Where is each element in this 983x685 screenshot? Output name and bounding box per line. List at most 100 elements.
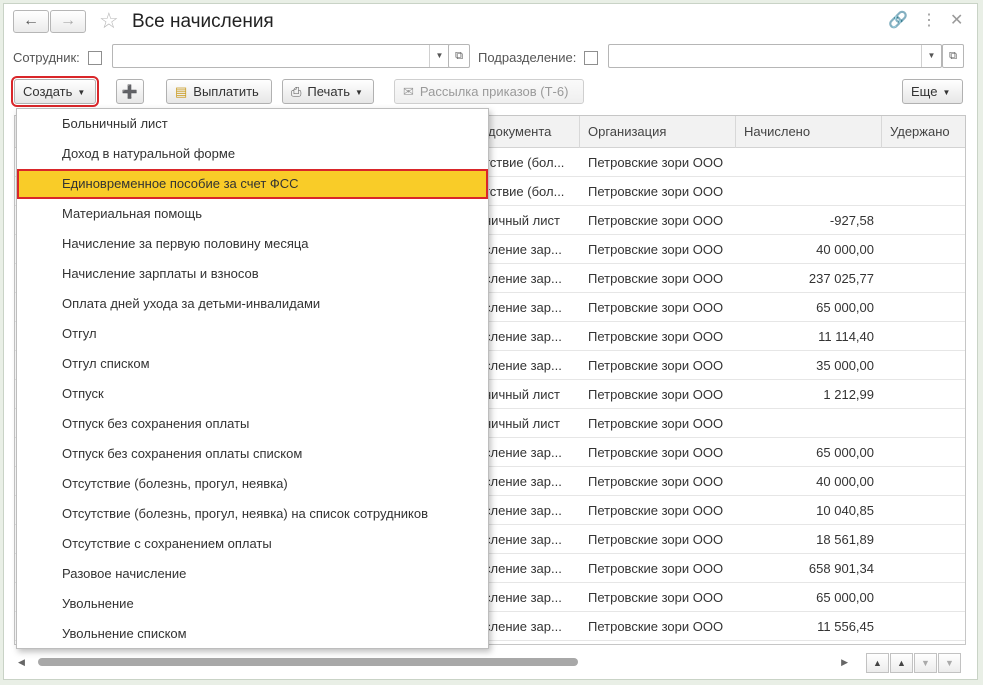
- organization-cell: Петровские зори ООО: [588, 561, 724, 576]
- document-cell: сление зар...: [484, 300, 562, 315]
- document-cell: сление зар...: [484, 590, 562, 605]
- accrued-cell: 11 556,45: [817, 619, 874, 634]
- menu-item[interactable]: Отсутствие с сохранением оплаты: [17, 529, 488, 559]
- favorite-star-icon[interactable]: ☆: [99, 9, 119, 33]
- organization-cell: Петровские зори ООО: [588, 271, 724, 286]
- document-cell: сление зар...: [484, 329, 562, 344]
- menu-item[interactable]: Начисление зарплаты и взносов: [17, 259, 488, 289]
- organization-cell: Петровские зори ООО: [588, 474, 724, 489]
- accrued-cell: 237 025,77: [808, 271, 874, 286]
- create-button[interactable]: Создать ▼: [11, 76, 99, 107]
- document-cell: сление зар...: [484, 358, 562, 373]
- menu-item[interactable]: Увольнение: [17, 589, 488, 619]
- organization-cell: Петровские зори ООО: [588, 213, 724, 228]
- scroll-left-icon[interactable]: ◀: [18, 657, 25, 668]
- arrow-down-icon: ▼: [921, 658, 930, 668]
- mailing-orders-button[interactable]: ✉ Рассылка приказов (Т-6): [394, 79, 584, 104]
- accrued-cell: 18 561,89: [816, 532, 874, 547]
- chevron-down-icon: ▼: [942, 88, 951, 98]
- menu-item[interactable]: Отсутствие (болезнь, прогул, неявка): [17, 469, 488, 499]
- menu-item[interactable]: Оплата дней ухода за детьми-инвалидами: [17, 289, 488, 319]
- accrued-cell: 11 114,40: [818, 329, 874, 344]
- more-vertical-icon[interactable]: ⋮: [921, 12, 937, 30]
- document-cell: тствие (бол...: [484, 184, 565, 199]
- page-up-button[interactable]: ▲: [890, 653, 913, 673]
- pay-button[interactable]: ▤ Выплатить: [166, 79, 272, 104]
- organization-cell: Петровские зори ООО: [588, 242, 724, 257]
- arrow-to-bottom-icon: ▼: [945, 658, 954, 668]
- menu-item[interactable]: Отпуск без сохранения оплаты списком: [17, 439, 488, 469]
- print-button[interactable]: ⎙ Печать ▼: [282, 79, 374, 104]
- document-cell: сление зар...: [484, 242, 562, 257]
- open-window-icon: ⧉: [949, 50, 957, 62]
- menu-item[interactable]: Материальная помощь: [17, 199, 488, 229]
- go-first-button[interactable]: ▲: [866, 653, 889, 673]
- employee-checkbox[interactable]: [88, 51, 102, 65]
- document-cell: сление зар...: [484, 271, 562, 286]
- document-cell: сление зар...: [484, 503, 562, 518]
- menu-item[interactable]: Отпуск: [17, 379, 488, 409]
- chevron-down-icon: ▼: [355, 88, 363, 98]
- column-header-withheld[interactable]: Удержано: [882, 116, 965, 148]
- accrued-cell: 35 000,00: [816, 358, 874, 373]
- accrued-cell: 65 000,00: [816, 300, 874, 315]
- employee-open-button[interactable]: ⧉: [448, 44, 470, 68]
- accrued-cell: -927,58: [829, 213, 874, 228]
- forward-button[interactable]: →: [50, 10, 86, 33]
- page-down-button[interactable]: ▼: [914, 653, 937, 673]
- menu-item[interactable]: Доход в натуральной форме: [17, 139, 488, 169]
- accrued-cell: [736, 409, 882, 438]
- department-field[interactable]: ▼: [608, 44, 942, 68]
- organization-cell: Петровские зори ООО: [588, 590, 724, 605]
- scroll-right-icon[interactable]: ▶: [841, 657, 848, 668]
- document-cell: сление зар...: [484, 532, 562, 547]
- menu-item[interactable]: Единовременное пособие за счет ФСС: [17, 169, 488, 199]
- department-label: Подразделение:: [478, 50, 577, 65]
- pay-button-label: Выплатить: [193, 84, 259, 99]
- close-icon[interactable]: ✕: [950, 12, 963, 30]
- accrued-cell: 65 000,00: [816, 445, 874, 460]
- document-cell: сление зар...: [484, 445, 562, 460]
- department-open-button[interactable]: ⧉: [942, 44, 964, 68]
- department-checkbox[interactable]: [584, 51, 598, 65]
- menu-item[interactable]: Отсутствие (болезнь, прогул, неявка) на …: [17, 499, 488, 529]
- main-window: ← → ☆ Все начисления 🔗 ⋮ ✕ Сотрудник: ▼ …: [3, 3, 978, 680]
- column-header-organization[interactable]: Организация: [580, 116, 736, 148]
- scrollbar-thumb[interactable]: [38, 658, 578, 666]
- page-title: Все начисления: [132, 11, 274, 32]
- accrued-cell: 65 000,00: [816, 590, 874, 605]
- document-cell: сление зар...: [484, 619, 562, 634]
- organization-cell: Петровские зори ООО: [588, 358, 724, 373]
- title-bar: ← → ☆ Все начисления 🔗 ⋮ ✕: [4, 4, 977, 42]
- horizontal-scrollbar[interactable]: ◀ ▶: [14, 654, 854, 672]
- column-header-accrued[interactable]: Начислено: [736, 116, 882, 148]
- accrued-cell: 1 212,99: [823, 387, 874, 402]
- organization-cell: Петровские зори ООО: [588, 503, 724, 518]
- arrow-left-icon: ←: [23, 12, 39, 29]
- accrued-cell: [736, 148, 882, 177]
- menu-item[interactable]: Разовое начисление: [17, 559, 488, 589]
- menu-item[interactable]: Отгул: [17, 319, 488, 349]
- link-icon[interactable]: 🔗: [888, 12, 908, 30]
- organization-cell: Петровские зори ООО: [588, 416, 724, 431]
- back-button[interactable]: ←: [13, 10, 49, 33]
- organization-cell: Петровские зори ООО: [588, 445, 724, 460]
- organization-cell: Петровские зори ООО: [588, 300, 724, 315]
- menu-item[interactable]: Отпуск без сохранения оплаты: [17, 409, 488, 439]
- menu-item[interactable]: Начисление за первую половину месяца: [17, 229, 488, 259]
- organization-cell: Петровские зори ООО: [588, 155, 724, 170]
- copy-document-button[interactable]: ➕: [116, 79, 144, 104]
- go-last-button[interactable]: ▼: [938, 653, 961, 673]
- document-cell: тствие (бол...: [484, 155, 565, 170]
- menu-item[interactable]: Больничный лист: [17, 109, 488, 139]
- column-header-document[interactable]: документа: [480, 116, 580, 148]
- employee-field[interactable]: ▼: [112, 44, 450, 68]
- organization-cell: Петровские зори ООО: [588, 329, 724, 344]
- more-button[interactable]: Еще ▼: [902, 79, 963, 104]
- menu-item[interactable]: Отгул списком: [17, 349, 488, 379]
- menu-item[interactable]: Увольнение списком: [17, 619, 488, 649]
- document-cell: ничный лист: [484, 387, 560, 402]
- chevron-down-icon[interactable]: ▼: [921, 45, 941, 67]
- chevron-down-icon[interactable]: ▼: [429, 45, 449, 67]
- create-dropdown-menu: Больничный лист Доход в натуральной форме…: [16, 108, 489, 649]
